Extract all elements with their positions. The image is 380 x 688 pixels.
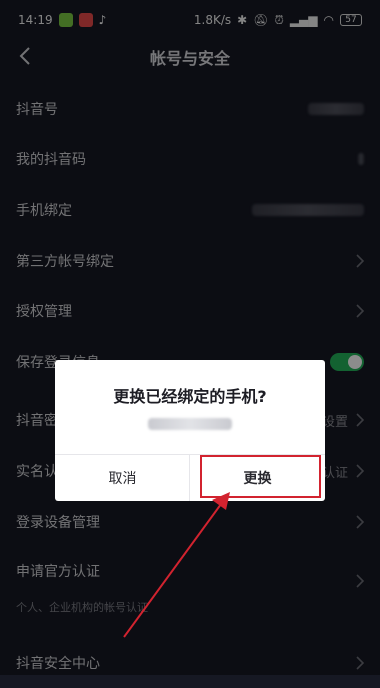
dialog-title: 更换已经绑定的手机? bbox=[113, 387, 267, 406]
cancel-button[interactable]: 取消 bbox=[55, 455, 190, 501]
highlight-box bbox=[200, 455, 321, 498]
redacted-phone bbox=[148, 418, 232, 430]
dialog-phone-redacted bbox=[148, 418, 232, 430]
modal-overlay[interactable] bbox=[0, 0, 380, 675]
